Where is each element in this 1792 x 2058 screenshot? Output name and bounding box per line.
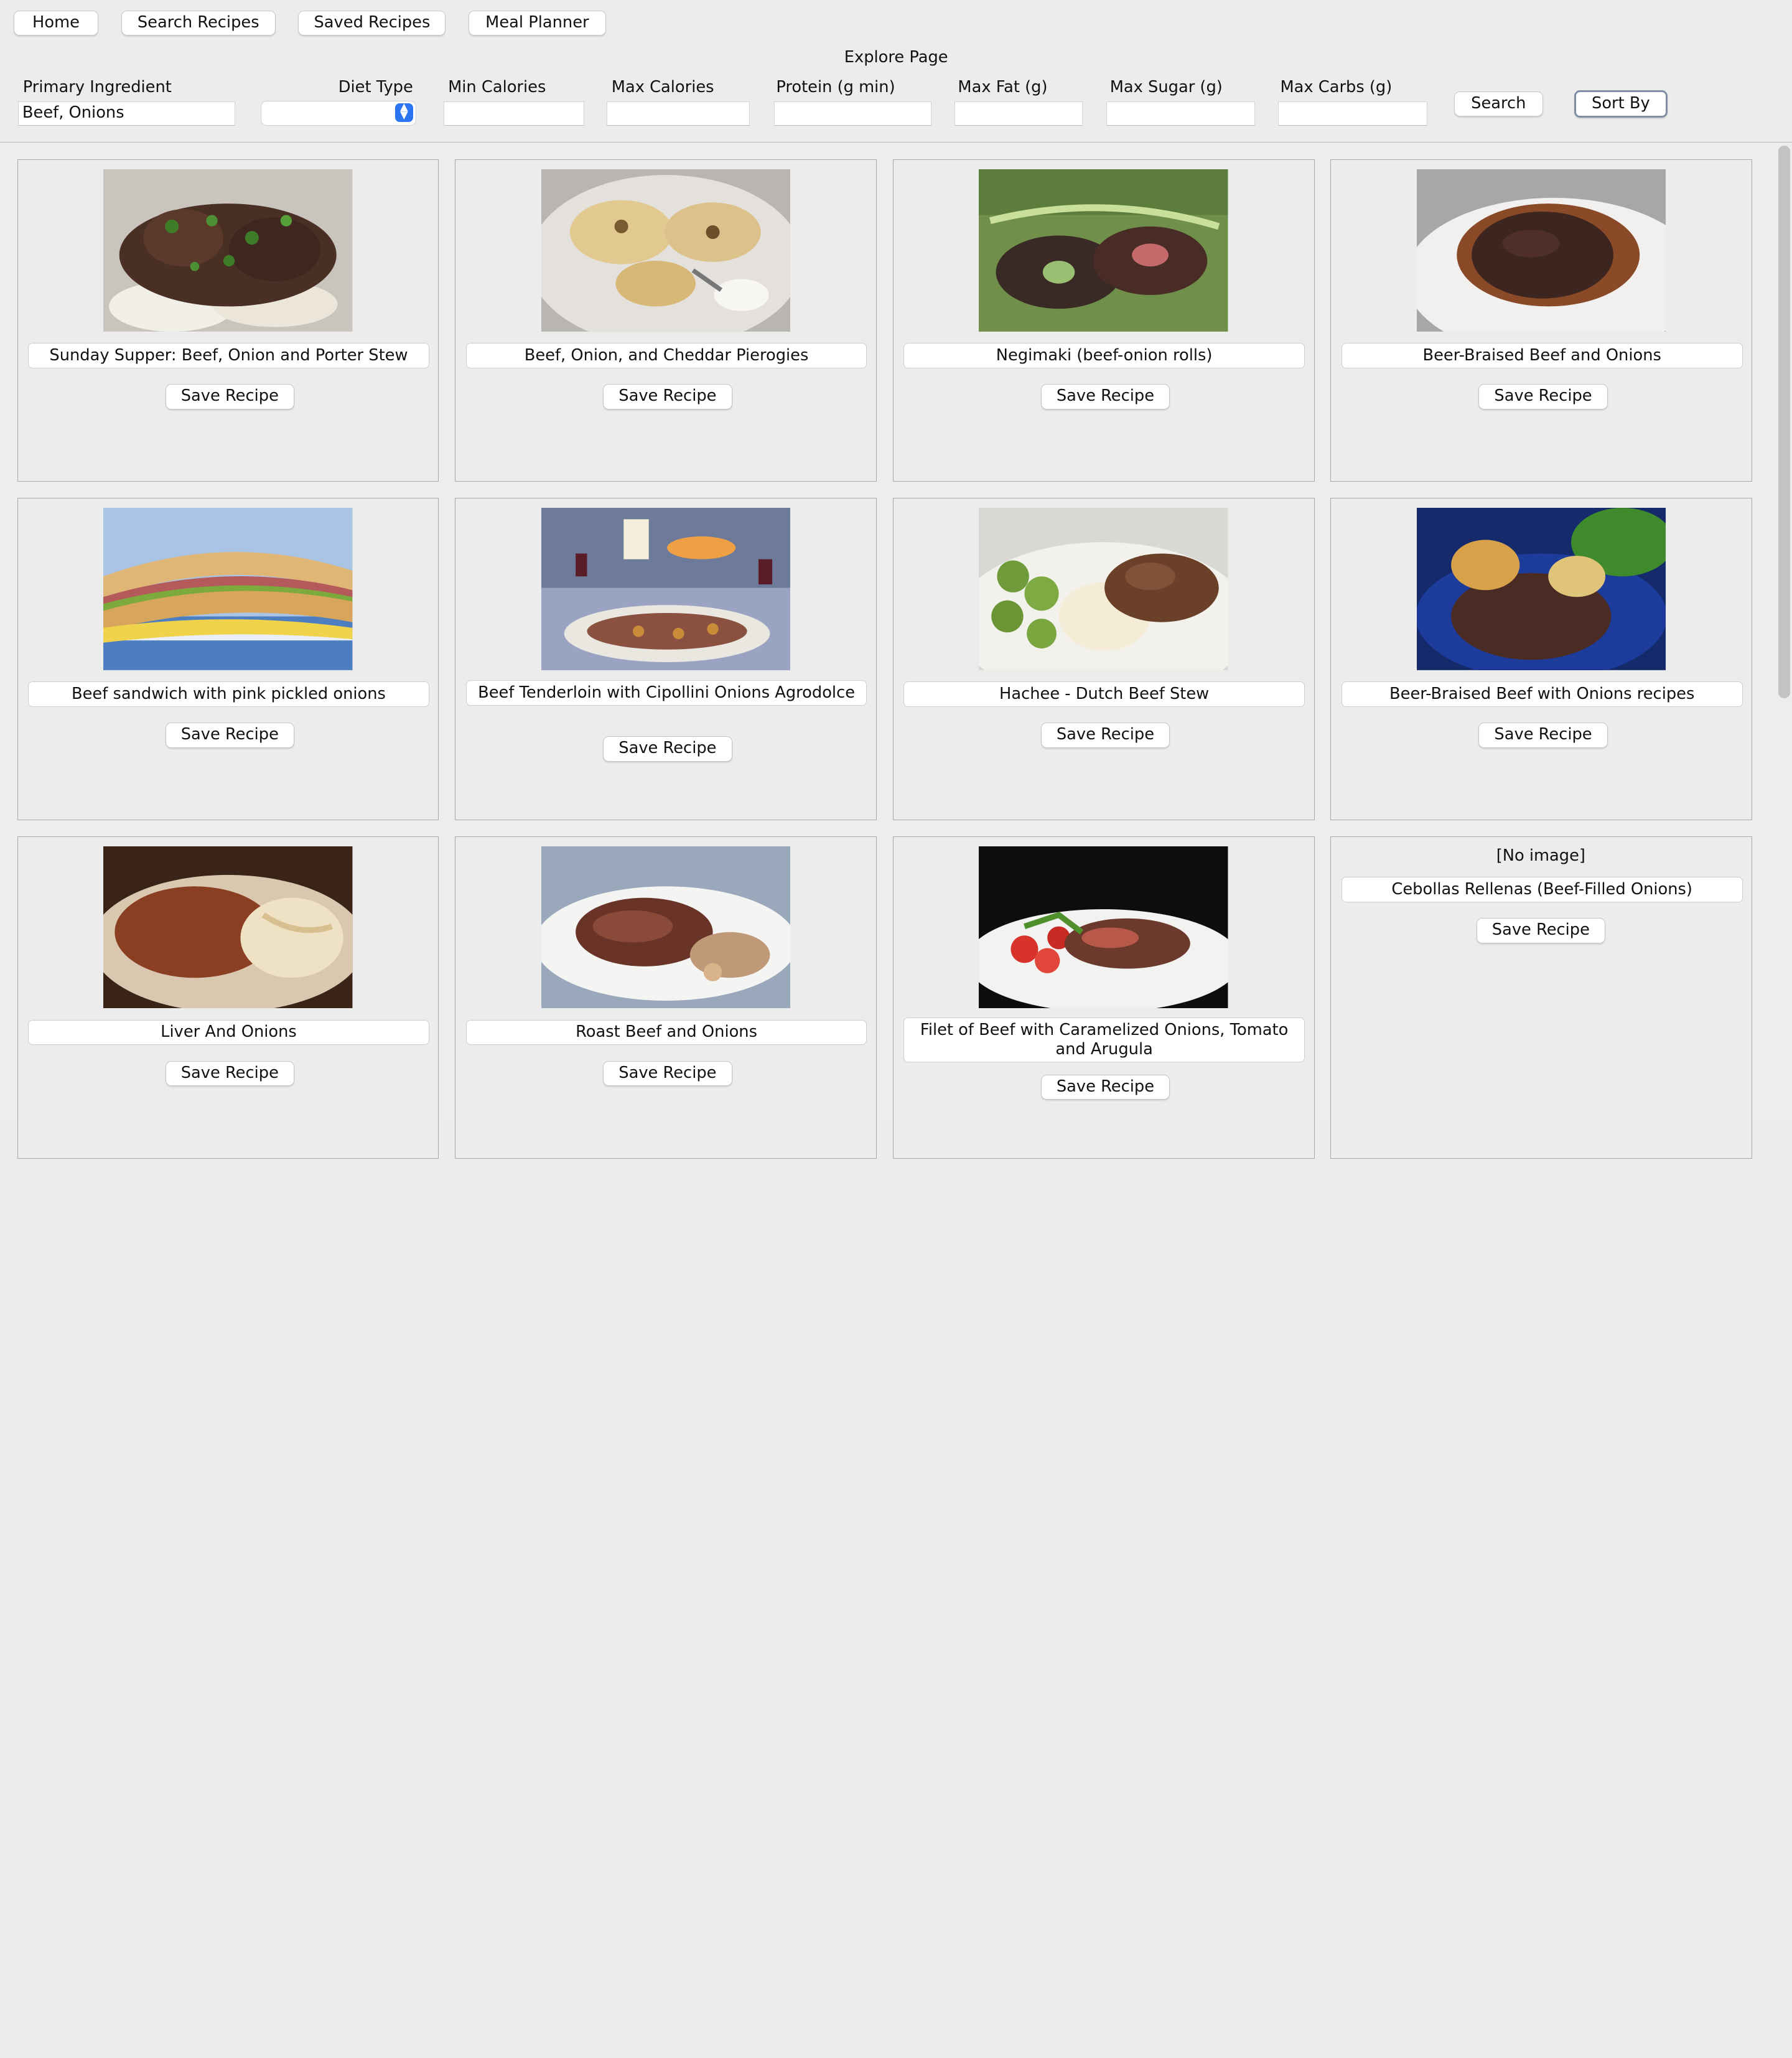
recipe-title: Beef Tenderloin with Cipollini Onions Ag… [465, 680, 867, 706]
recipe-title: Beef sandwich with pink pickled onions [28, 681, 429, 707]
max-carbs-input[interactable] [1277, 101, 1428, 126]
search-button[interactable]: Search [1454, 91, 1543, 117]
protein-input[interactable] [773, 101, 932, 126]
recipe-image[interactable] [979, 846, 1228, 1009]
min-calories-label: Min Calories [448, 77, 546, 96]
recipe-title: Filet of Beef with Caramelized Onions, T… [903, 1017, 1305, 1062]
recipe-title: Beer-Braised Beef with Onions recipes [1341, 681, 1743, 707]
save-recipe-button[interactable]: Save Recipe [165, 1060, 295, 1087]
results-panel: Sunday Supper: Beef, Onion and Porter St… [0, 141, 1792, 1159]
recipe-image[interactable] [103, 507, 353, 670]
recipe-card: Sunday Supper: Beef, Onion and Porter St… [17, 159, 439, 482]
meal-planner-button[interactable]: Meal Planner [469, 10, 606, 35]
max-carbs-label: Max Carbs (g) [1280, 77, 1393, 96]
save-recipe-button[interactable]: Save Recipe [603, 384, 732, 409]
recipe-card: Liver And Onions Save Recipe [17, 836, 439, 1159]
save-recipe-button[interactable]: Save Recipe [1478, 384, 1608, 409]
recipe-title: Cebollas Rellenas (Beef-Filled Onions) [1341, 877, 1743, 902]
max-sugar-label: Max Sugar (g) [1109, 77, 1223, 96]
save-recipe-button[interactable]: Save Recipe [1478, 723, 1608, 748]
max-calories-label: Max Calories [611, 77, 714, 96]
save-recipe-button[interactable]: Save Recipe [1040, 384, 1170, 409]
recipe-title: Hachee - Dutch Beef Stew [903, 681, 1305, 707]
recipe-image[interactable] [103, 169, 353, 332]
primary-ingredient-label: Primary Ingredient [22, 77, 172, 96]
recipe-image[interactable] [103, 846, 353, 1009]
recipe-image[interactable] [979, 507, 1228, 670]
recipe-card: Hachee - Dutch Beef Stew Save Recipe [892, 498, 1315, 821]
recipe-title: Negimaki (beef-onion rolls) [903, 343, 1305, 368]
recipe-card: Roast Beef and Onions Save Recipe [455, 836, 877, 1159]
recipe-image[interactable] [979, 169, 1228, 332]
recipe-card: [No image] Cebollas Rellenas (Beef-Fille… [1330, 836, 1753, 1159]
max-sugar-input[interactable] [1106, 101, 1255, 126]
max-fat-label: Max Fat (g) [958, 77, 1048, 96]
recipe-card: Beef Tenderloin with Cipollini Onions Ag… [455, 498, 877, 821]
save-recipe-button[interactable]: Save Recipe [1040, 1074, 1170, 1100]
recipe-title: Beef, Onion, and Cheddar Pierogies [465, 343, 867, 368]
recipe-image[interactable] [541, 169, 791, 332]
save-recipe-button[interactable]: Save Recipe [165, 384, 295, 409]
recipe-image[interactable] [541, 846, 791, 1009]
primary-ingredient-input[interactable]: Beef, Onions [18, 101, 236, 126]
diet-type-label: Diet Type [338, 77, 413, 96]
recipe-image[interactable] [1417, 507, 1666, 670]
min-calories-input[interactable] [443, 101, 584, 126]
protein-label: Protein (g min) [776, 77, 895, 96]
recipe-card: Beef, Onion, and Cheddar Pierogies Save … [455, 159, 877, 482]
recipe-card: Negimaki (beef-onion rolls) Save Recipe [892, 159, 1315, 482]
save-recipe-button[interactable]: Save Recipe [165, 723, 295, 748]
recipe-title: Roast Beef and Onions [465, 1019, 867, 1045]
recipe-card: Filet of Beef with Caramelized Onions, T… [892, 836, 1315, 1159]
save-recipe-button[interactable]: Save Recipe [603, 1060, 732, 1087]
recipe-card: Beer-Braised Beef with Onions recipes Sa… [1330, 498, 1753, 821]
recipe-image[interactable] [1417, 169, 1666, 332]
recipe-image[interactable] [541, 507, 791, 670]
recipe-title: Sunday Supper: Beef, Onion and Porter St… [28, 343, 429, 368]
save-recipe-button[interactable]: Save Recipe [1040, 723, 1170, 748]
recipe-title: Beer-Braised Beef and Onions [1341, 343, 1743, 368]
search-recipes-button[interactable]: Search Recipes [121, 10, 276, 35]
recipe-title: Liver And Onions [28, 1019, 429, 1045]
save-recipe-button[interactable]: Save Recipe [1476, 918, 1606, 943]
app-window: Home Search Recipes Saved Recipes Meal P… [0, 0, 1792, 1159]
select-arrows-icon: ▲ ▼ [394, 102, 413, 122]
vertical-scrollbar[interactable] [1778, 146, 1790, 698]
home-button[interactable]: Home [14, 10, 98, 35]
save-recipe-button[interactable]: Save Recipe [603, 736, 732, 762]
diet-type-select[interactable]: ▲ ▼ [260, 100, 416, 126]
page-title: Explore Page [844, 48, 948, 67]
no-image-label: [No image] [1496, 846, 1585, 865]
sort-by-button[interactable]: Sort By [1574, 90, 1668, 118]
saved-recipes-button[interactable]: Saved Recipes [298, 10, 446, 35]
recipe-card: Beer-Braised Beef and Onions Save Recipe [1330, 159, 1753, 482]
max-calories-input[interactable] [607, 101, 750, 126]
recipe-card: Beef sandwich with pink pickled onions S… [17, 498, 439, 821]
max-fat-input[interactable] [954, 101, 1083, 126]
